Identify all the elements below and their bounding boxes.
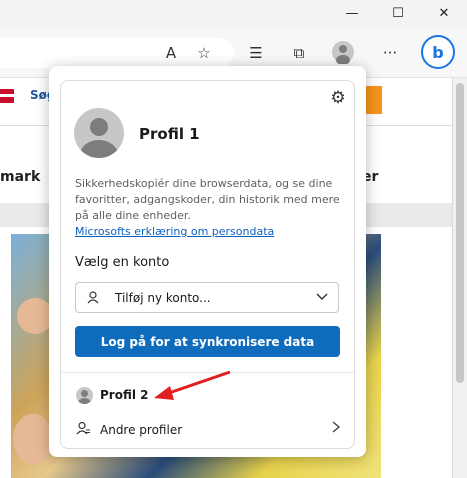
profile-name: Profil 1 <box>139 125 200 143</box>
collections-icon[interactable]: ⧉ <box>287 41 311 65</box>
profile-2-avatar <box>76 387 93 404</box>
red-arrow-annotation <box>154 370 231 400</box>
scrollbar-thumb[interactable] <box>456 83 464 383</box>
maximize-icon[interactable]: ☐ <box>375 0 421 27</box>
minimize-icon[interactable]: — <box>329 0 375 27</box>
profile-avatar-button[interactable] <box>331 40 355 64</box>
profile-2-item[interactable]: Profil 2 <box>100 388 149 402</box>
bing-icon[interactable]: b <box>421 35 455 69</box>
favorites-icon[interactable]: ☰ <box>244 41 268 65</box>
person-icon <box>87 291 99 307</box>
gear-icon[interactable]: ⚙ <box>328 88 348 108</box>
other-profiles-item[interactable]: Andre profiler <box>100 423 182 437</box>
add-favorite-icon[interactable]: ☆ <box>192 41 216 65</box>
danish-flag-icon <box>0 89 14 103</box>
page-heading-left: mark <box>0 169 41 185</box>
read-aloud-icon[interactable]: A <box>159 41 183 65</box>
title-bar: — ☐ ✕ <box>0 0 467 27</box>
other-profiles-icon <box>76 421 91 440</box>
chevron-right-icon[interactable] <box>331 420 341 438</box>
account-select-value: Tilføj ny konto... <box>115 291 211 305</box>
privacy-statement-link[interactable]: Microsofts erklæring om persondata <box>75 225 274 238</box>
choose-account-label: Vælg en konto <box>75 255 170 270</box>
more-options-icon[interactable]: ··· <box>378 41 402 65</box>
close-icon[interactable]: ✕ <box>421 0 467 27</box>
profile-avatar <box>74 108 124 158</box>
sign-in-sync-button[interactable]: Log på for at synkronisere data <box>75 326 340 357</box>
sync-description: Sikkerhedskopiér dine browserdata, og se… <box>75 177 340 222</box>
account-select[interactable]: Tilføj ny konto... <box>75 282 339 313</box>
chevron-down-icon <box>316 290 328 305</box>
